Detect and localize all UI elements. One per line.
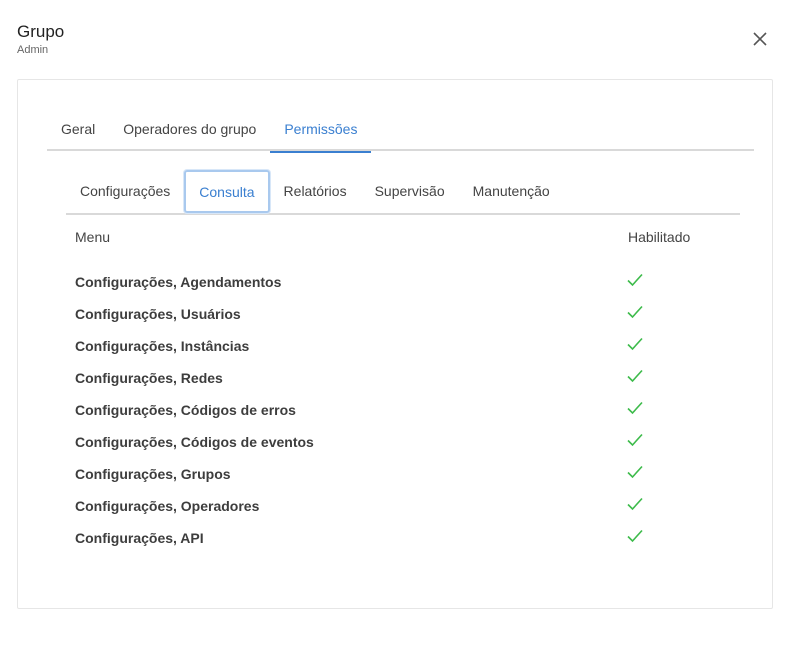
dialog-subtitle: Admin (17, 44, 49, 56)
table-row: Configurações, Agendamentos (75, 266, 735, 298)
tab-geral[interactable]: Geral (47, 110, 109, 151)
permissions-card: Geral Operadores do grupo Permissões Con… (17, 79, 773, 609)
sub-tabs: Configurações Consulta Relatórios Superv… (66, 170, 740, 215)
table-row: Configurações, Operadores (75, 490, 735, 522)
table-row: Configurações, Usuários (75, 298, 735, 330)
check-icon (627, 305, 643, 319)
permissions-table: Configurações, Agendamentos Configuraçõe… (75, 266, 735, 554)
check-icon (627, 273, 643, 287)
subtab-manutencao[interactable]: Manutenção (459, 170, 564, 213)
tab-operadores-do-grupo[interactable]: Operadores do grupo (109, 110, 270, 151)
table-row: Configurações, Redes (75, 362, 735, 394)
check-icon (627, 433, 643, 447)
check-icon (627, 369, 643, 383)
dialog-title: Grupo (17, 22, 65, 41)
subtab-relatorios[interactable]: Relatórios (270, 170, 361, 213)
row-menu-label: Configurações, Códigos de erros (75, 402, 296, 418)
row-menu-label: Configurações, Códigos de eventos (75, 434, 314, 450)
main-tabs: Geral Operadores do grupo Permissões (47, 110, 754, 153)
subtab-consulta[interactable]: Consulta (184, 170, 270, 213)
column-header-enabled: Habilitado (628, 229, 691, 245)
close-icon (753, 32, 767, 46)
subtab-configuracoes[interactable]: Configurações (66, 170, 184, 213)
check-icon (627, 497, 643, 511)
table-row: Configurações, API (75, 522, 735, 554)
check-icon (627, 529, 643, 543)
column-header-menu: Menu (75, 229, 111, 245)
row-menu-label: Configurações, Agendamentos (75, 274, 282, 290)
table-row: Configurações, Grupos (75, 458, 735, 490)
tab-permissoes[interactable]: Permissões (270, 110, 372, 153)
close-button[interactable] (750, 29, 770, 49)
row-menu-label: Configurações, Instâncias (75, 338, 250, 354)
row-menu-label: Configurações, Usuários (75, 306, 241, 322)
row-menu-label: Configurações, Operadores (75, 498, 260, 514)
table-row: Configurações, Instâncias (75, 330, 735, 362)
row-menu-label: Configurações, API (75, 530, 204, 546)
subtab-supervisao[interactable]: Supervisão (361, 170, 459, 213)
row-menu-label: Configurações, Grupos (75, 466, 231, 482)
table-row: Configurações, Códigos de eventos (75, 426, 735, 458)
check-icon (627, 401, 643, 415)
table-row: Configurações, Códigos de erros (75, 394, 735, 426)
check-icon (627, 337, 643, 351)
check-icon (627, 465, 643, 479)
row-menu-label: Configurações, Redes (75, 370, 223, 386)
